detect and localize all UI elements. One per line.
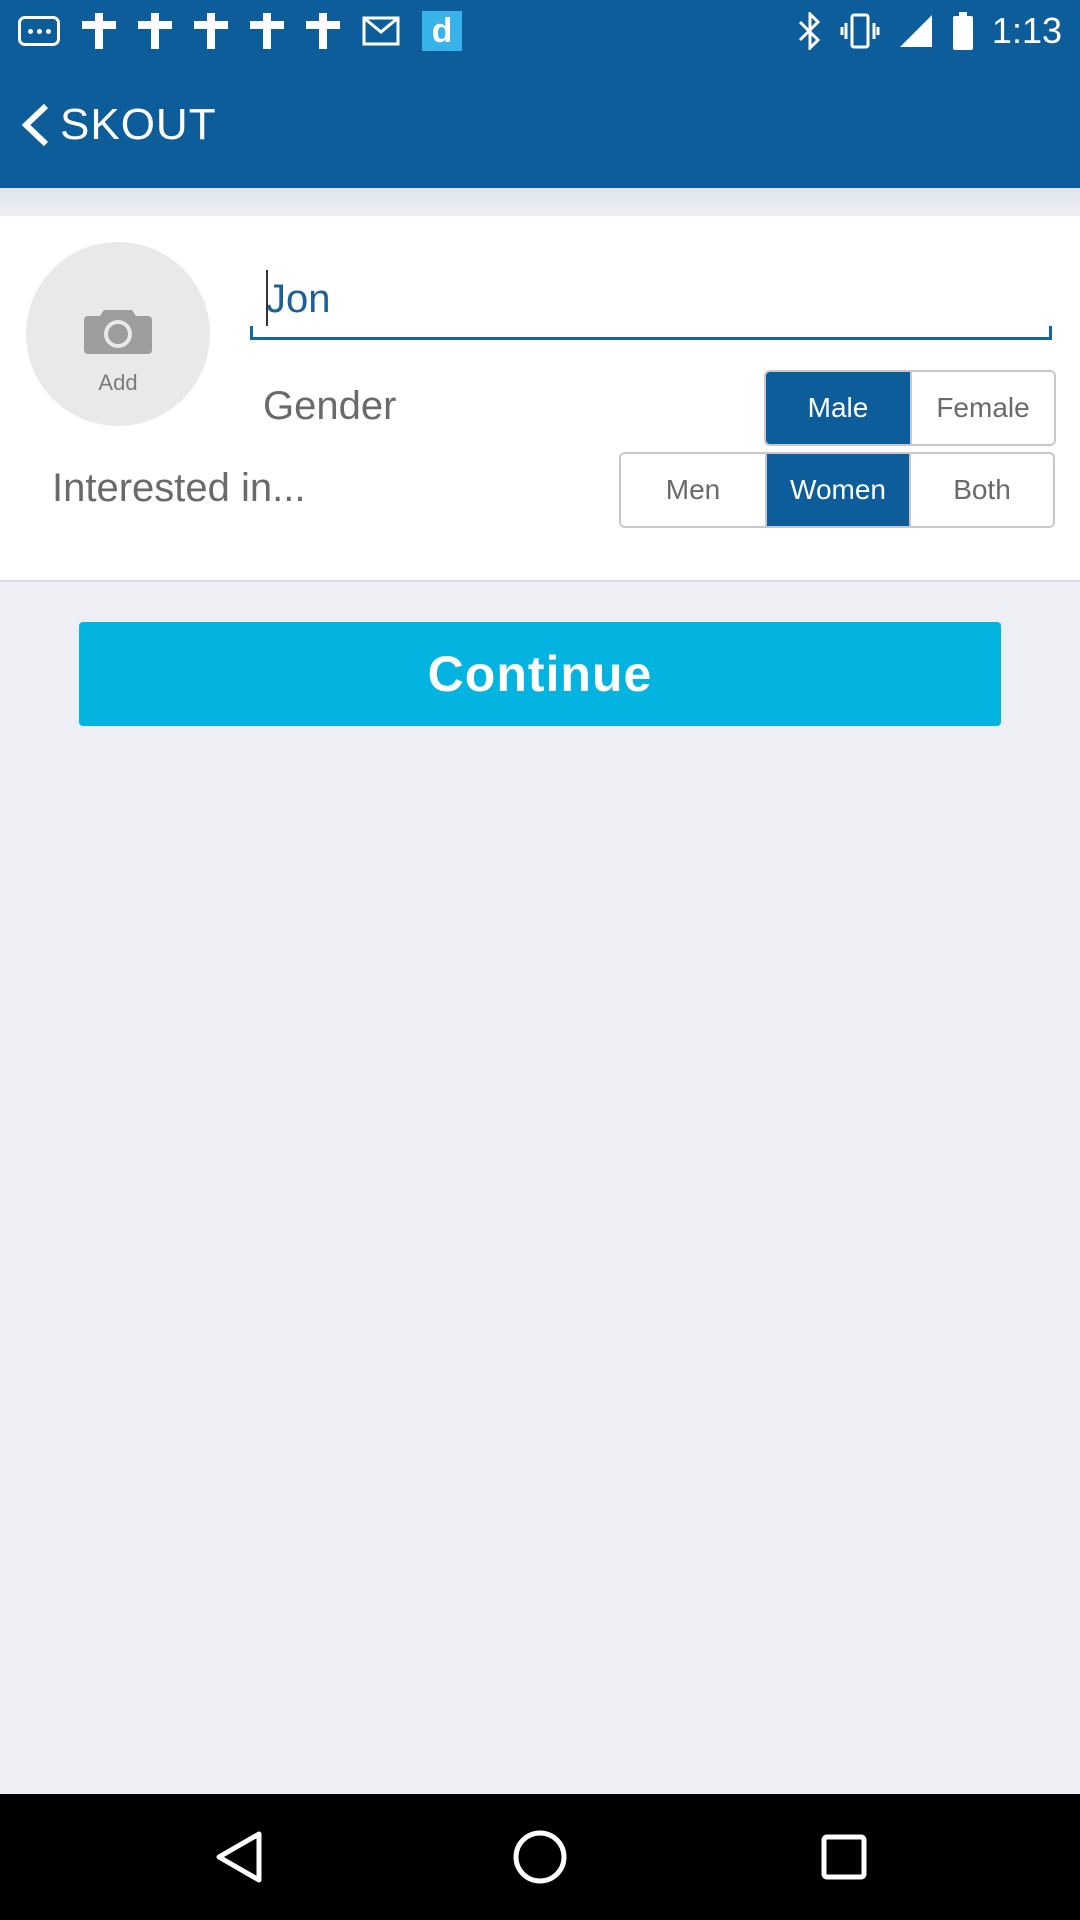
- crossword-icon: [306, 13, 340, 49]
- bluetooth-icon: [798, 12, 821, 50]
- interest-option-both[interactable]: Both: [909, 454, 1053, 526]
- app-bar: SKOUT: [0, 62, 1080, 188]
- gender-selector: Male Female: [764, 370, 1056, 446]
- vibrate-icon: [840, 13, 880, 49]
- interest-option-women[interactable]: Women: [765, 454, 909, 526]
- system-icons: 1:13: [798, 10, 1062, 52]
- d-app-icon: d: [422, 11, 462, 51]
- name-field[interactable]: [250, 264, 1052, 340]
- name-input[interactable]: [266, 264, 1026, 334]
- back-triangle-icon: [216, 1831, 262, 1883]
- app-title: SKOUT: [60, 100, 217, 149]
- interest-selector: Men Women Both: [619, 452, 1055, 528]
- add-photo-button[interactable]: Add: [26, 242, 210, 426]
- crossword-icon: [250, 13, 284, 49]
- recents-square-icon: [821, 1834, 867, 1880]
- nav-home-button[interactable]: [500, 1817, 580, 1897]
- nav-recents-button[interactable]: [804, 1817, 884, 1897]
- gender-label: Gender: [263, 384, 397, 428]
- more-icon: [18, 16, 60, 46]
- continue-button[interactable]: Continue: [79, 622, 1001, 726]
- status-bar: d 1:13: [0, 0, 1080, 62]
- chevron-left-icon: [21, 103, 49, 147]
- add-photo-label: Add: [98, 370, 138, 395]
- text-cursor: [266, 270, 268, 326]
- system-nav-bar: [0, 1794, 1080, 1920]
- mail-icon: [362, 16, 400, 46]
- crossword-icon: [82, 13, 116, 49]
- crossword-icon: [194, 13, 228, 49]
- interested-in-label: Interested in...: [52, 466, 306, 510]
- app-bar-shadow: [0, 188, 1080, 216]
- nav-back-button[interactable]: [199, 1817, 279, 1897]
- gender-option-male[interactable]: Male: [766, 372, 910, 444]
- crossword-icon: [138, 13, 172, 49]
- profile-card: Add Gender Male Female Interested in... …: [0, 216, 1080, 582]
- home-circle-icon: [513, 1830, 567, 1884]
- back-button[interactable]: [10, 90, 60, 160]
- camera-icon: [84, 310, 152, 354]
- clock: 1:13: [991, 10, 1062, 51]
- battery-icon: [952, 12, 973, 50]
- gender-option-female[interactable]: Female: [910, 372, 1054, 444]
- interest-option-men[interactable]: Men: [621, 454, 765, 526]
- signal-icon: [899, 15, 932, 47]
- notification-icons: d: [18, 10, 462, 52]
